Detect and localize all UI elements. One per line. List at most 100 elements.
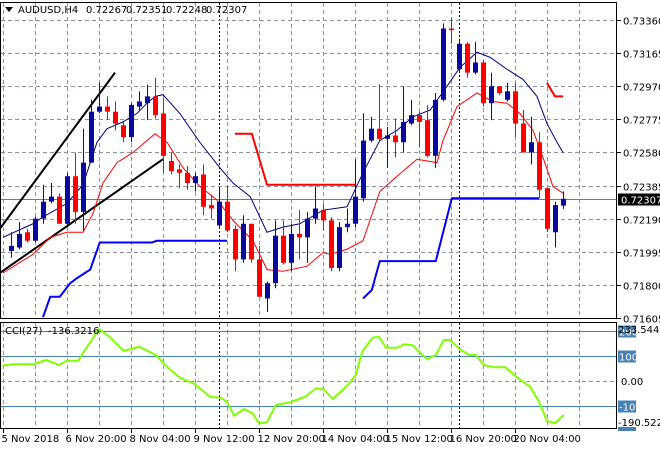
candle-bearish[interactable] [57,193,62,224]
candle-bearish[interactable] [425,104,430,158]
candle-bullish[interactable] [553,201,558,248]
cci-value: -136.3216 [48,326,99,337]
candle-body [425,120,430,156]
candle-bearish[interactable] [201,164,206,216]
candle-bullish[interactable] [369,116,374,143]
candle-bullish[interactable] [137,91,142,110]
candle-bullish[interactable] [41,184,46,224]
candle-body [273,235,278,284]
candle-body [249,223,254,260]
candle-body [217,201,222,226]
cci-panel[interactable] [1,327,616,425]
candle-bearish[interactable] [121,121,126,143]
collapse-triangle-icon[interactable] [5,7,13,12]
candle-bullish[interactable] [9,232,14,258]
candle-bearish[interactable] [513,82,518,138]
time-tick-label: 15 Nov 12:00 [386,434,453,445]
candle-bearish[interactable] [169,152,174,175]
symbol-label: AUDUSD,H4 [18,5,78,16]
candle-bullish[interactable] [433,93,438,168]
candle-bearish[interactable] [417,111,422,148]
candle-body [265,283,270,299]
candle-bearish[interactable] [153,77,158,119]
candle-bearish[interactable] [225,186,230,233]
price-panel[interactable] [0,18,616,318]
candle-bearish[interactable] [73,152,78,224]
candle-bearish[interactable] [497,86,502,95]
candle-bullish[interactable] [529,116,534,165]
price-tick-label: 0.72970 [623,83,660,94]
candle-bullish[interactable] [97,82,102,114]
price-tick-label: 0.72775 [623,116,660,127]
candle-body [289,233,294,263]
candle-bullish[interactable] [561,191,566,209]
candle-body [57,196,62,224]
time-tick-label: 12 Nov 20:00 [258,434,325,445]
time-tick-label: 6 Nov 20:00 [66,434,127,445]
candle-bullish[interactable] [489,72,494,121]
candle-bullish[interactable] [89,99,94,163]
candle-bearish[interactable] [161,98,166,173]
candle-bearish[interactable] [249,223,254,263]
candle-bearish[interactable] [257,245,262,297]
candle-bullish[interactable] [65,172,70,228]
candle-bearish[interactable] [449,18,454,44]
candle-bullish[interactable] [313,186,318,224]
candle-bearish[interactable] [545,188,550,233]
candle-bearish[interactable] [25,228,30,243]
candle-bearish[interactable] [177,164,182,189]
candle-bearish[interactable] [233,225,238,272]
price-tick-label: 0.71605 [623,315,660,326]
candle-body [369,128,374,141]
candle-bearish[interactable] [481,60,486,107]
price-tick-label: 0.72385 [623,183,660,194]
candle-bullish[interactable] [385,126,390,168]
candle-bearish[interactable] [465,42,470,78]
candle-bullish[interactable] [289,223,294,272]
candle-bullish[interactable] [441,23,446,102]
candle-bullish[interactable] [345,208,350,233]
price-tick-label: 0.72580 [623,149,660,160]
candle-bullish[interactable] [409,99,414,126]
candle-bearish[interactable] [377,84,382,141]
chart-canvas[interactable]: 0.73360 0.73165 0.72970 0.72775 0.72580 0.723… [0,0,660,450]
candle-bullish[interactable] [33,216,38,243]
candle-body [489,86,494,104]
candle-bullish[interactable] [337,222,342,272]
candle-bearish[interactable] [209,194,214,219]
candle-bullish[interactable] [17,222,22,250]
candle-body [377,128,382,139]
candle-bearish[interactable] [105,96,110,121]
candle-body [281,235,286,263]
candle-bullish[interactable] [505,82,510,102]
candle-body [505,91,510,100]
candle-bullish[interactable] [193,172,198,192]
candle-body [561,198,566,206]
current-price-label: 0.72307 [621,196,660,207]
candle-bullish[interactable] [305,211,310,263]
candle-bullish[interactable] [265,281,270,313]
candle-bullish[interactable] [457,38,462,73]
price-tick-label: 0.71995 [623,249,660,260]
candle-bearish[interactable] [329,216,334,272]
candle-bearish[interactable] [321,203,326,231]
candle-body [329,220,334,268]
candle-bullish[interactable] [241,215,246,263]
candle-body [89,111,94,163]
candle-body [193,176,198,184]
time-tick-label: 9 Nov 12:00 [194,434,255,445]
candle-body [113,111,118,124]
candle-body [17,233,22,248]
candle-bullish[interactable] [361,113,366,202]
candle-bearish[interactable] [393,118,398,158]
candle-bullish[interactable] [473,42,478,75]
candle-body [385,135,390,139]
candle-body [137,101,142,107]
candle-body [177,169,182,173]
candle-bullish[interactable] [145,84,150,121]
price-tick-label: 0.71800 [623,282,660,293]
candle-bullish[interactable] [129,103,134,143]
candle-bullish[interactable] [217,188,222,229]
candle-body [545,188,550,229]
candle-body [497,86,502,94]
